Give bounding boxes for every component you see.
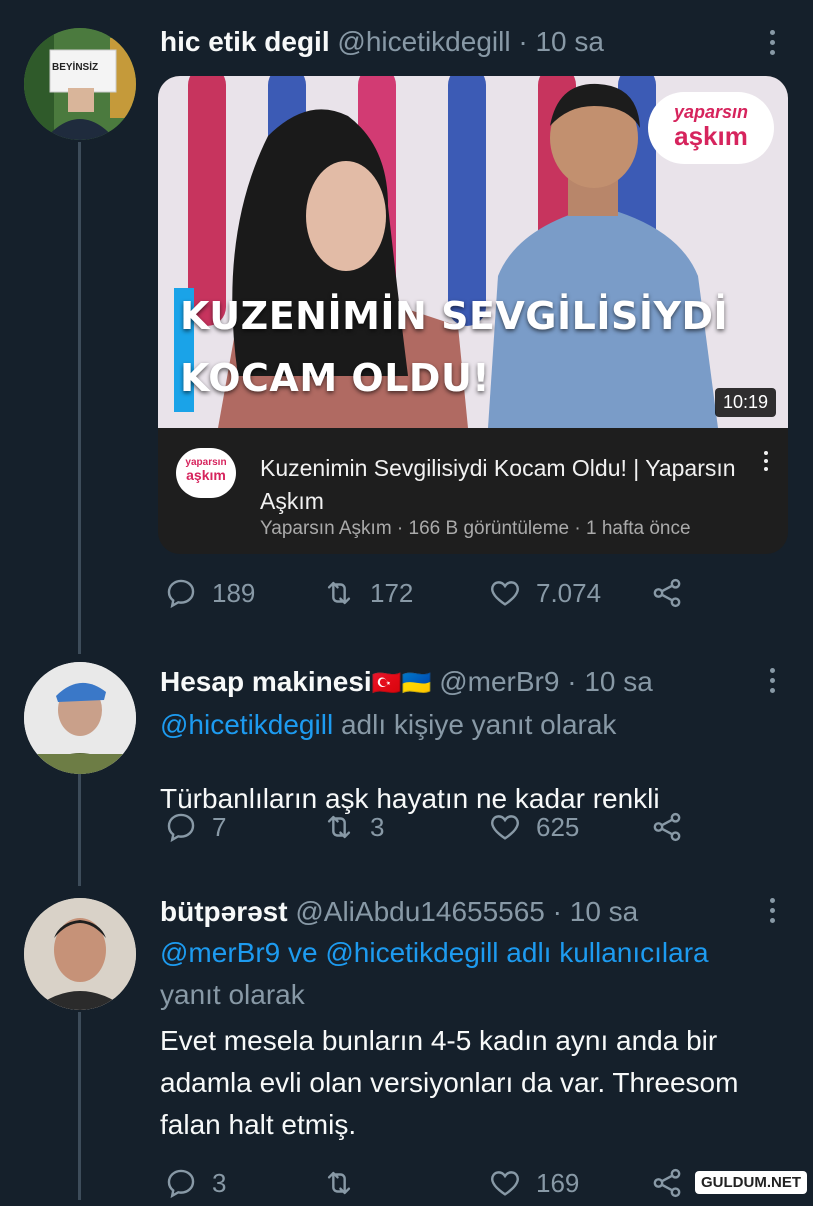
display-name[interactable]: bütpərəst xyxy=(160,896,288,927)
reply-button[interactable]: 3 xyxy=(164,1166,226,1200)
avatar[interactable] xyxy=(24,898,136,1010)
tweet-actions: 189 172 7.074 xyxy=(160,576,700,616)
video-thumbnail[interactable]: yaparsın aşkım KUZENİMİN SEVGİLİSİYDİ KO… xyxy=(158,76,788,428)
user-handle[interactable]: @merBr9 xyxy=(439,666,559,697)
retweet-icon xyxy=(327,581,351,605)
share-icon xyxy=(653,812,681,842)
more-options-button[interactable] xyxy=(760,890,784,930)
reply-count: 3 xyxy=(212,1167,227,1198)
tweet-1: BEYİNSİZ hic etik degil @hicetikdegill ·… xyxy=(0,0,813,650)
thumbnail-headline-1: KUZENİMİN SEVGİLİSİYDİ xyxy=(180,294,729,338)
avatar[interactable] xyxy=(24,662,136,774)
reply-count: 189 xyxy=(212,577,256,608)
video-meta: Yaparsın Aşkım · 166 B görüntüleme · 1 h… xyxy=(260,518,691,539)
reply-mention-link[interactable]: @merBr9 ve @hicetikdegill adlı kullanıcı… xyxy=(160,937,709,968)
video-info: yaparsın aşkım Kuzenimin Sevgilisiydi Ko… xyxy=(158,428,788,554)
reply-to-suffix: adlı kişiye yanıt olarak xyxy=(333,709,617,740)
share-button[interactable] xyxy=(650,1166,684,1200)
reply-count: 7 xyxy=(212,811,227,842)
heart-icon xyxy=(491,581,519,606)
video-title[interactable]: Kuzenimin Sevgilisiydi Kocam Oldu! | Yap… xyxy=(260,452,740,518)
tweet-text: Evet mesela bunların 4-5 kadın aynı anda… xyxy=(160,1025,739,1140)
retweet-count: 3 xyxy=(370,811,385,842)
retweet-button[interactable] xyxy=(322,1166,370,1200)
like-button[interactable]: 625 xyxy=(488,810,579,844)
replying-to: @hicetikdegill adlı kişiye yanıt olarak xyxy=(160,704,780,746)
avatar[interactable]: BEYİNSİZ xyxy=(24,28,136,140)
display-name[interactable]: Hesap makinesi xyxy=(160,666,372,697)
share-button[interactable] xyxy=(650,576,684,610)
channel-logo[interactable]: yaparsın aşkım xyxy=(176,448,236,498)
reply-mention-link[interactable]: @hicetikdegill xyxy=(160,709,333,740)
reply-button[interactable]: 189 xyxy=(164,576,255,610)
tweet-header: bütpərəst @AliAbdu14655565 · 10 sa xyxy=(160,896,638,928)
user-handle[interactable]: @AliAbdu14655565 xyxy=(295,896,545,927)
tweet-actions: 3 169 xyxy=(160,1166,700,1206)
retweet-button[interactable]: 172 xyxy=(322,576,413,610)
thumbnail-headline-2: KOCAM OLDU! xyxy=(180,356,491,400)
heart-icon xyxy=(491,815,519,840)
reply-to-suffix: yanıt olarak xyxy=(160,979,305,1010)
timestamp[interactable]: · 10 sa xyxy=(553,896,639,927)
more-options-button[interactable] xyxy=(760,22,784,62)
tweet-header: Hesap makinesi🇹🇷🇺🇦 @merBr9 · 10 sa xyxy=(160,666,653,698)
watermark: GULDUM.NET xyxy=(695,1171,807,1194)
tweet-header: hic etik degil @hicetikdegill · 10 sa xyxy=(160,26,604,58)
share-icon xyxy=(653,578,681,608)
retweet-button[interactable]: 3 xyxy=(322,810,384,844)
reply-icon xyxy=(167,579,195,609)
tweet-actions: 7 3 625 xyxy=(160,810,700,850)
like-count: 169 xyxy=(536,1167,580,1198)
badge-top-text: yaparsın xyxy=(673,102,749,122)
reply-button[interactable]: 7 xyxy=(164,810,226,844)
video-duration: 10:19 xyxy=(714,388,776,417)
like-button[interactable]: 7.074 xyxy=(488,576,601,610)
channel-logo-bottom: aşkım xyxy=(186,467,226,483)
retweet-icon xyxy=(327,815,351,839)
avatar-sign-text: BEYİNSİZ xyxy=(52,62,99,73)
reply-icon xyxy=(167,1169,195,1199)
timestamp[interactable]: · 10 sa xyxy=(518,26,604,57)
retweet-icon xyxy=(327,1171,351,1195)
display-name[interactable]: hic etik degil xyxy=(160,26,330,57)
badge-bottom-text: aşkım xyxy=(674,121,748,151)
heart-icon xyxy=(491,1171,519,1196)
like-count: 7.074 xyxy=(536,577,602,608)
reply-icon xyxy=(167,813,195,843)
tweet-2: Hesap makinesi🇹🇷🇺🇦 @merBr9 · 10 sa @hice… xyxy=(0,650,813,880)
video-more-button[interactable] xyxy=(754,446,778,476)
show-logo-badge: yaparsın aşkım xyxy=(648,92,774,164)
share-icon xyxy=(653,1168,681,1198)
replying-to: @merBr9 ve @hicetikdegill adlı kullanıcı… xyxy=(160,932,780,1016)
share-button[interactable] xyxy=(650,810,684,844)
retweet-count: 172 xyxy=(370,577,414,608)
like-count: 625 xyxy=(536,811,580,842)
more-options-button[interactable] xyxy=(760,660,784,700)
video-card[interactable]: yaparsın aşkım KUZENİMİN SEVGİLİSİYDİ KO… xyxy=(158,76,788,554)
user-handle[interactable]: @hicetikdegill xyxy=(337,26,510,57)
flag-turkey-icon: 🇹🇷 xyxy=(371,670,402,697)
tweet-3: bütpərəst @AliAbdu14655565 · 10 sa @merB… xyxy=(0,880,813,1200)
flag-ukraine-icon: 🇺🇦 xyxy=(401,670,432,697)
timestamp[interactable]: · 10 sa xyxy=(567,666,653,697)
like-button[interactable]: 169 xyxy=(488,1166,579,1200)
